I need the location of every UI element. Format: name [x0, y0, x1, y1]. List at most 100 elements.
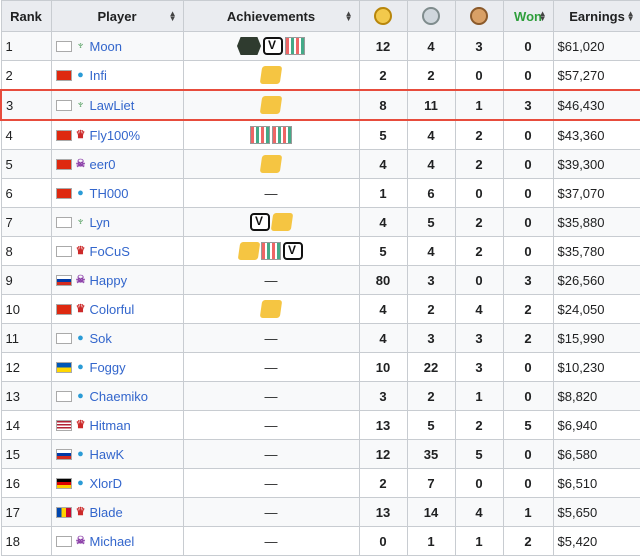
gold-medal-icon — [374, 7, 392, 25]
player-link[interactable]: Fly100% — [90, 128, 141, 143]
player-link[interactable]: Happy — [90, 273, 128, 288]
won-count: 0 — [502, 149, 554, 179]
player-link[interactable]: LawLiet — [90, 98, 135, 113]
earnings-header[interactable]: Earnings ▲ ▼ — [552, 0, 640, 32]
achievements-cell — [182, 236, 360, 266]
player-link[interactable]: Foggy — [90, 360, 126, 375]
sort-icon[interactable]: ▲ ▼ — [627, 10, 635, 23]
sort-icon[interactable]: ▲ ▼ — [539, 10, 547, 23]
silver-count: 2 — [406, 294, 456, 324]
no-achievement: — — [264, 330, 278, 346]
silver-count: 3 — [406, 323, 456, 353]
player-link[interactable]: TH000 — [90, 186, 129, 201]
table-row: 5 ☠ eer0 4 4 2 0 $39,300 — [0, 149, 640, 179]
player-link[interactable]: FoCuS — [90, 244, 130, 259]
striped-badge-icon[interactable] — [285, 37, 305, 55]
achievements-cell — [182, 149, 360, 179]
player-link[interactable]: XlorD — [90, 476, 123, 491]
achievements-header[interactable]: Achievements ▲ ▼ — [182, 0, 360, 32]
gold-trophy-icon[interactable] — [259, 96, 283, 114]
striped-badge-icon[interactable] — [261, 242, 281, 260]
player-link[interactable]: Hitman — [90, 418, 131, 433]
bronze-count: 4 — [454, 497, 504, 527]
player-link[interactable]: Michael — [90, 534, 135, 549]
bronze-count: 2 — [454, 119, 504, 150]
earnings-cell: $35,880 — [552, 207, 640, 237]
flag-icon — [55, 361, 72, 373]
v-badge-icon[interactable] — [263, 37, 283, 55]
rank-cell: 12 — [0, 352, 52, 382]
gold-trophy-icon[interactable] — [237, 242, 261, 260]
no-achievement: — — [264, 475, 278, 491]
player-link[interactable]: eer0 — [90, 157, 116, 172]
player-link[interactable]: Infi — [90, 68, 107, 83]
striped-badge-icon[interactable] — [272, 126, 292, 144]
earnings-cell: $46,430 — [552, 89, 640, 121]
silver-medal-header[interactable] — [406, 0, 456, 32]
silver-count: 3 — [406, 265, 456, 295]
race-icon: ♛ — [75, 129, 86, 141]
flag-icon — [55, 303, 72, 315]
gold-trophy-icon[interactable] — [259, 300, 283, 318]
player-link[interactable]: HawK — [90, 447, 125, 462]
player-header[interactable]: Player ▲ ▼ — [50, 0, 184, 32]
rank-cell: 13 — [0, 381, 52, 411]
race-icon: ☠ — [75, 274, 86, 286]
race-icon: ♆ — [76, 40, 85, 52]
earnings-cell: $5,420 — [552, 526, 640, 556]
bronze-count: 2 — [454, 149, 504, 179]
silver-count: 14 — [406, 497, 456, 527]
rank-cell: 7 — [0, 207, 52, 237]
player-cell: ♛ Hitman — [50, 410, 184, 440]
earnings-table: Rank Player ▲ ▼ Achievements ▲ ▼ Won ▲ ▼ Earni… — [0, 0, 640, 556]
striped-badge-icon[interactable] — [250, 126, 270, 144]
hex-badge-icon[interactable] — [237, 37, 261, 55]
achievements-cell — [182, 294, 360, 324]
no-achievement: — — [264, 504, 278, 520]
flag-icon — [55, 187, 72, 199]
gold-trophy-icon[interactable] — [259, 66, 283, 84]
rank-cell: 16 — [0, 468, 52, 498]
v-badge-icon[interactable] — [250, 213, 270, 231]
won-count: 0 — [502, 468, 554, 498]
player-cell: ● XlorD — [50, 468, 184, 498]
player-link[interactable]: Blade — [90, 505, 123, 520]
race-icon: ♛ — [75, 506, 86, 518]
achievements-cell: — — [182, 497, 360, 527]
table-row: 8 ♛ FoCuS 5 4 2 0 $35,780 — [0, 236, 640, 266]
flag-icon — [55, 448, 72, 460]
player-link[interactable]: Sok — [90, 331, 112, 346]
gold-trophy-icon[interactable] — [270, 213, 294, 231]
bronze-medal-header[interactable] — [454, 0, 504, 32]
gold-trophy-icon[interactable] — [259, 155, 283, 173]
rank-header[interactable]: Rank — [0, 0, 52, 32]
achievements-cell: — — [182, 265, 360, 295]
gold-count: 4 — [358, 294, 408, 324]
gold-count: 4 — [358, 149, 408, 179]
player-link[interactable]: Chaemiko — [90, 389, 149, 404]
flag-icon — [55, 245, 72, 257]
race-icon: ● — [77, 390, 84, 402]
player-link[interactable]: Colorful — [90, 302, 135, 317]
player-cell: ● Sok — [50, 323, 184, 353]
won-count: 0 — [502, 31, 554, 61]
sort-icon[interactable]: ▲ ▼ — [169, 10, 177, 23]
won-count: 0 — [502, 207, 554, 237]
race-icon: ♛ — [75, 245, 86, 257]
earnings-cell: $61,020 — [552, 31, 640, 61]
earnings-header-label: Earnings — [569, 8, 625, 24]
sort-icon[interactable]: ▲ ▼ — [345, 10, 353, 23]
race-icon: ● — [77, 361, 84, 373]
player-cell: ☠ eer0 — [50, 149, 184, 179]
won-count: 0 — [502, 381, 554, 411]
gold-count: 13 — [358, 497, 408, 527]
earnings-cell: $26,560 — [552, 265, 640, 295]
player-link[interactable]: Lyn — [90, 215, 110, 230]
won-count: 0 — [502, 439, 554, 469]
v-badge-icon[interactable] — [283, 242, 303, 260]
bronze-count: 1 — [454, 381, 504, 411]
gold-medal-header[interactable] — [358, 0, 408, 32]
won-header[interactable]: Won ▲ ▼ — [502, 0, 554, 32]
player-link[interactable]: Moon — [90, 39, 123, 54]
silver-count: 7 — [406, 468, 456, 498]
